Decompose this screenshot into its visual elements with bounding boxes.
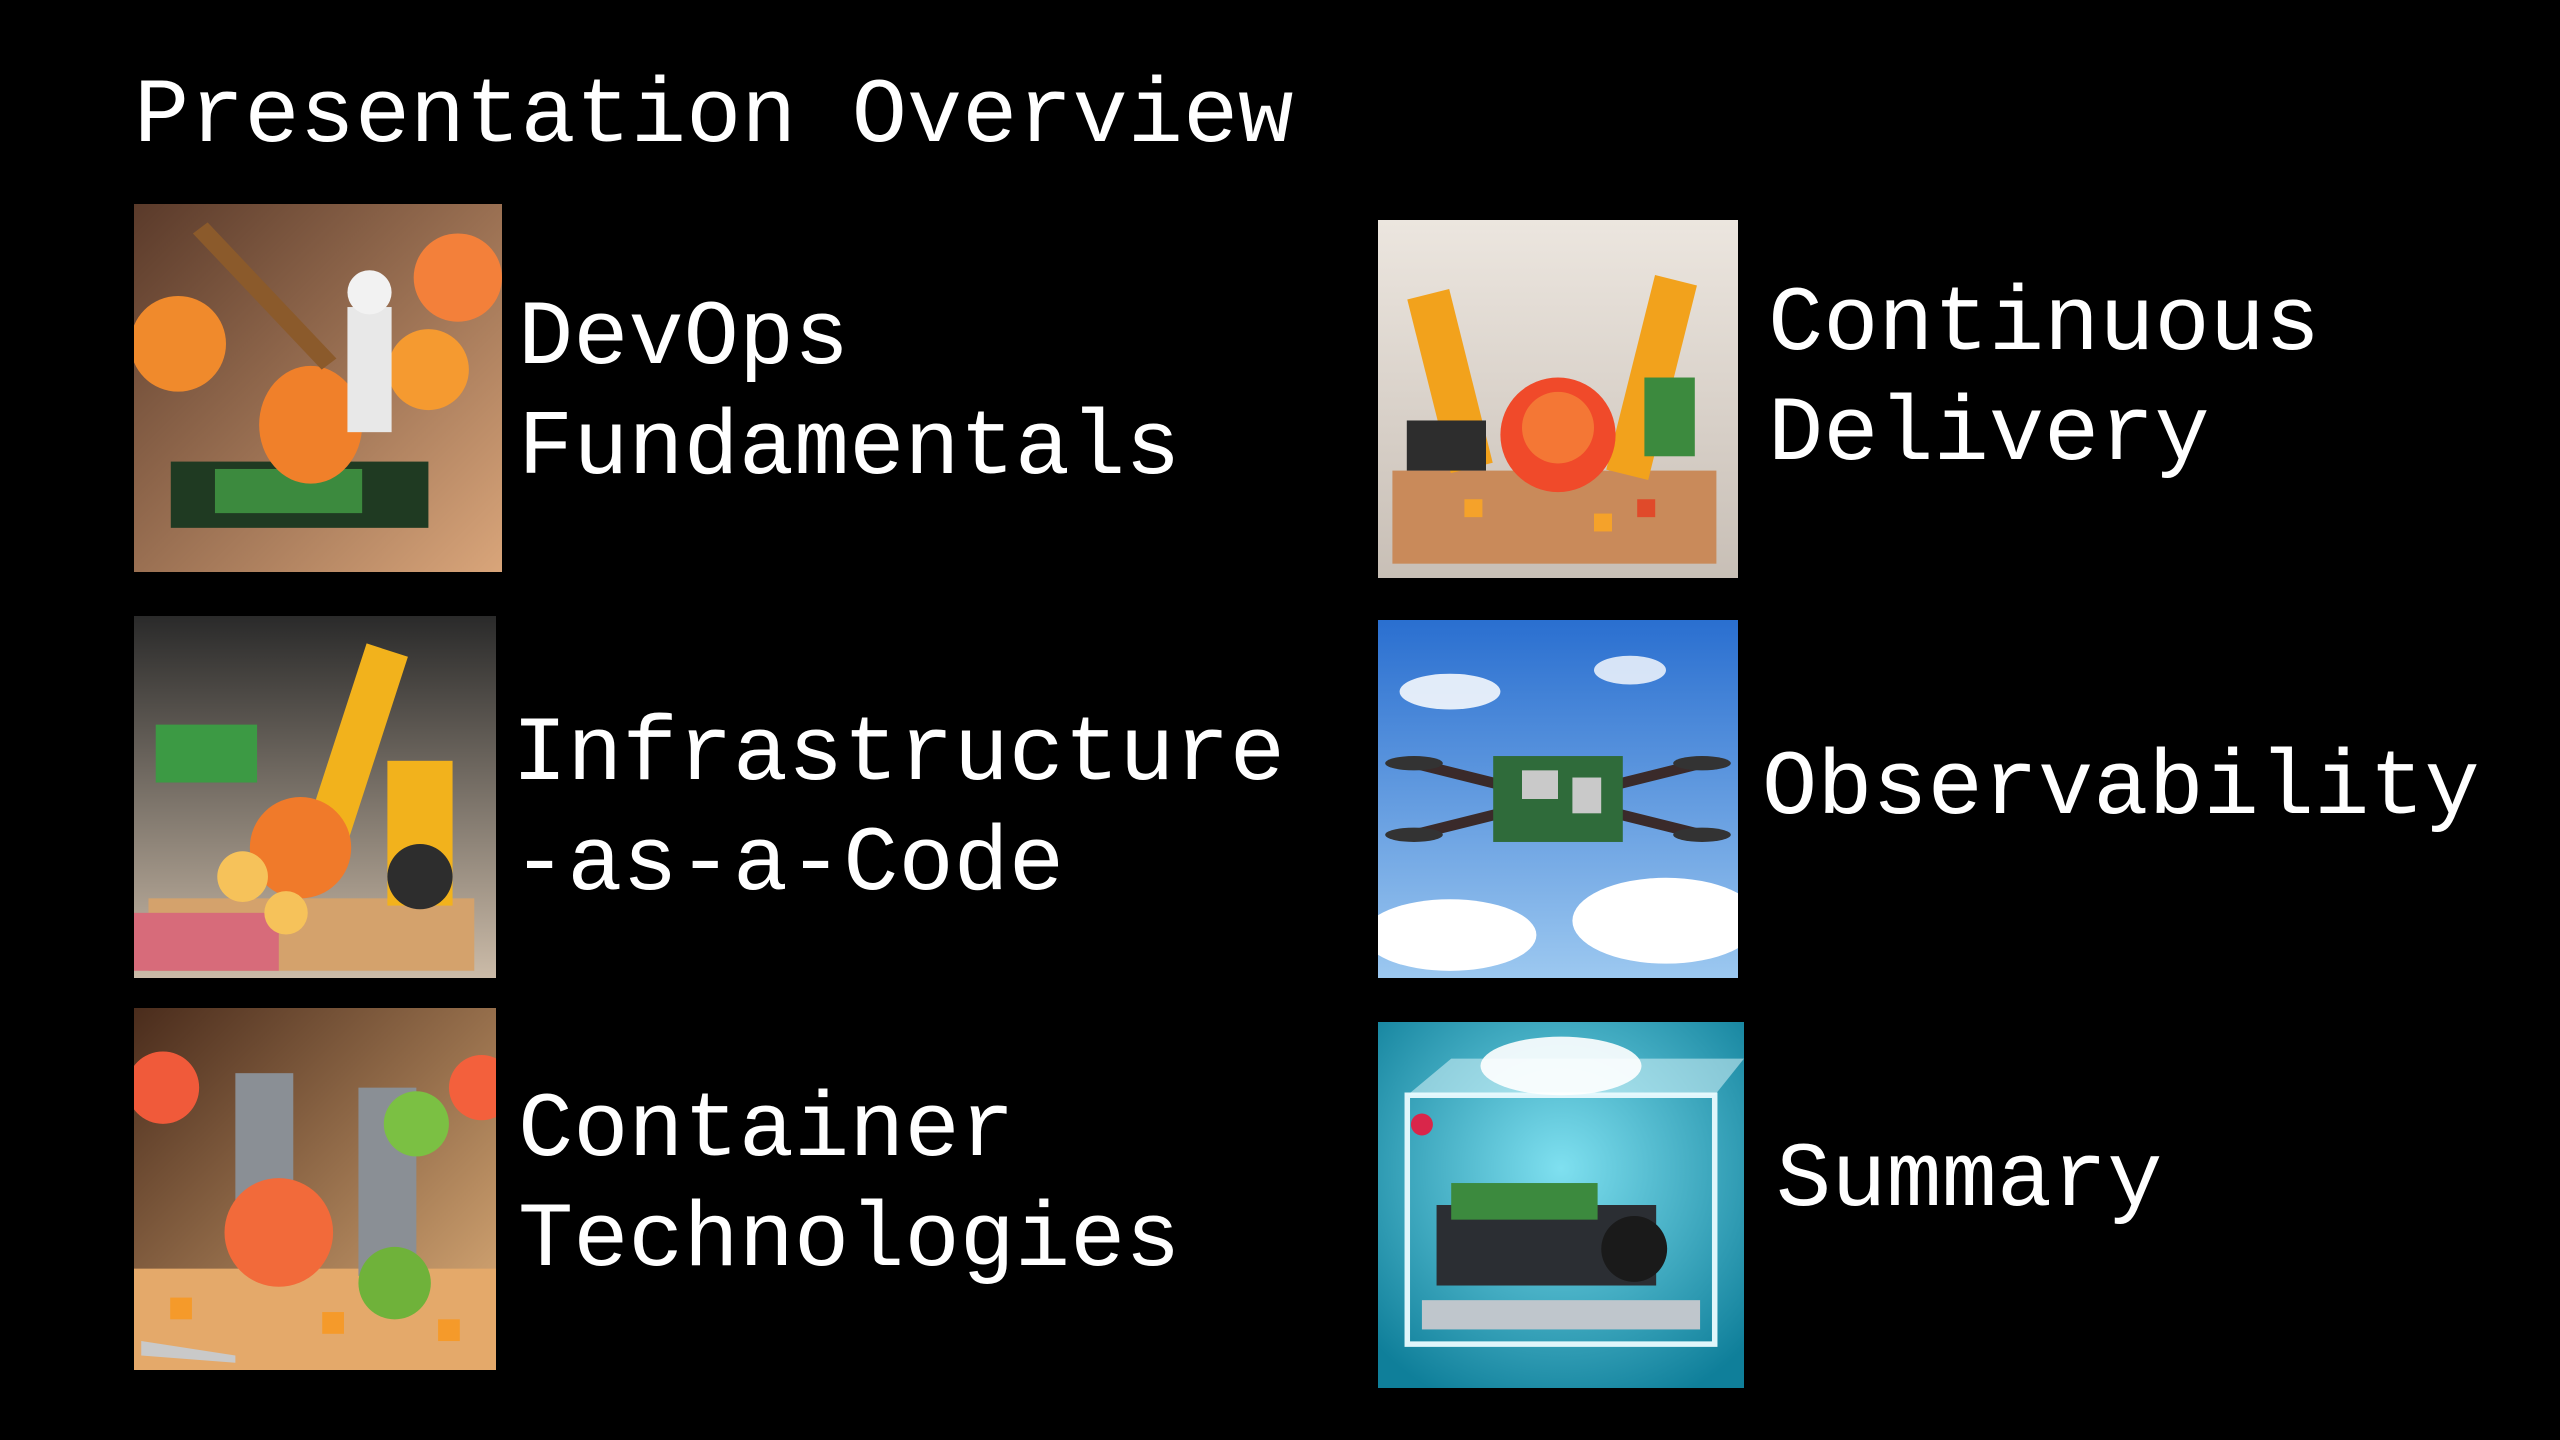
- item-label-observability: Observability: [1762, 736, 2480, 841]
- water-cube-image: [1378, 1022, 1744, 1388]
- item-label-infrastructure-as-a-code: Infrastructure -as-a-Code: [512, 702, 1285, 917]
- item-label-devops-fundamentals: DevOps Fundamentals: [518, 286, 1181, 501]
- item-label-container-technologies: Container Technologies: [518, 1078, 1181, 1293]
- peach-robot-image: [134, 204, 502, 572]
- slide: Presentation Overview DevOps Fundamental…: [0, 0, 2560, 1440]
- item-label-summary: Summary: [1776, 1128, 2163, 1233]
- drone-image: [1378, 620, 1738, 978]
- slide-title: Presentation Overview: [134, 64, 1294, 169]
- item-label-continuous-delivery: Continuous Delivery: [1768, 272, 2321, 487]
- container-robot-image: [134, 1008, 496, 1370]
- robot-arm-peach-image: [134, 616, 496, 978]
- twin-robot-arms-image: [1378, 220, 1738, 578]
